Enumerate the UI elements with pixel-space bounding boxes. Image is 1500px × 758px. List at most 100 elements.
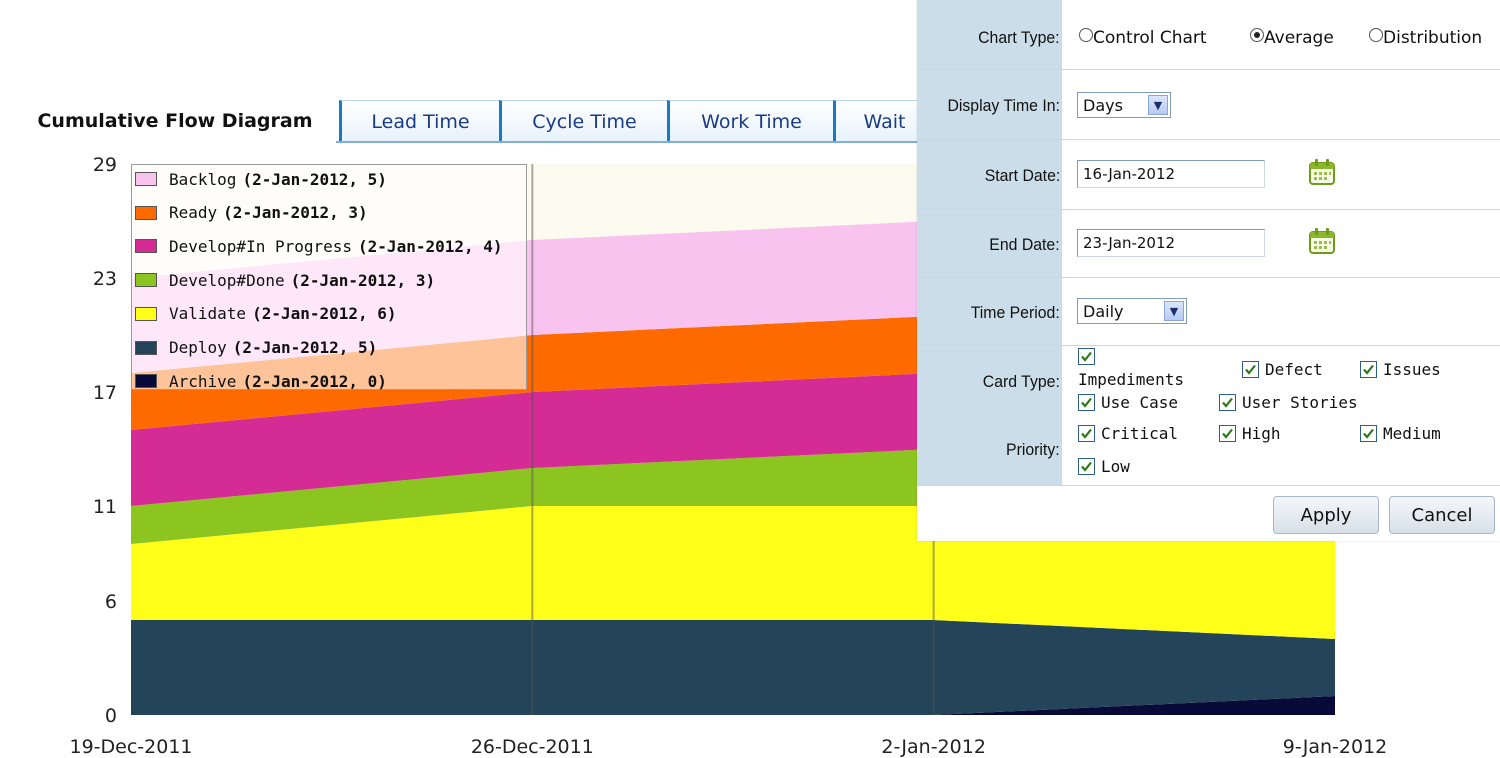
time-period-select[interactable]: Daily ▼	[1077, 298, 1187, 324]
checkbox-critical[interactable]: Critical	[1078, 424, 1178, 443]
calendar-icon[interactable]	[1307, 227, 1337, 255]
checkbox-critical-box[interactable]	[1078, 425, 1095, 442]
legend-swatch	[135, 306, 157, 321]
checkbox-high-label: High	[1242, 424, 1281, 443]
legend-value: (2-Jan-2012, 5)	[242, 169, 387, 189]
tab-cycle-time[interactable]: Cycle Time	[499, 100, 667, 142]
legend-swatch	[135, 374, 157, 389]
start-date-row: Start Date:	[917, 140, 1500, 210]
panel-divider	[917, 485, 1500, 486]
legend-item: Deploy (2-Jan-2012, 5)	[135, 333, 377, 363]
legend-swatch	[135, 273, 157, 288]
display-time-select[interactable]: Days ▼	[1077, 92, 1171, 118]
end-date-input[interactable]	[1077, 229, 1265, 257]
legend-item: Ready (2-Jan-2012, 3)	[135, 198, 368, 228]
x-tick-label: 2-Jan-2012	[881, 736, 986, 758]
y-axis-ticks: 0 6 11 17 23 29	[93, 154, 117, 727]
checkbox-medium-label: Medium	[1383, 424, 1441, 443]
tab-bar-underline	[336, 141, 956, 143]
card-type-row: Card Type:	[917, 346, 1500, 418]
cancel-button[interactable]: Cancel	[1389, 496, 1495, 534]
legend-item: Archive (2-Jan-2012, 0)	[135, 366, 387, 396]
area-deploy	[131, 620, 1335, 715]
legend-label: Validate	[169, 304, 247, 324]
legend-item: Validate (2-Jan-2012, 6)	[135, 299, 397, 329]
chart-legend: Backlog (2-Jan-2012, 5) Ready (2-Jan-2012, …	[131, 164, 527, 391]
legend-value: (2-Jan-2012, 0)	[242, 371, 387, 391]
checkbox-impediments-box[interactable]	[1078, 348, 1095, 365]
apply-button[interactable]: Apply	[1273, 496, 1379, 534]
radio-average-icon[interactable]	[1250, 28, 1264, 42]
legend-item: Develop#Done (2-Jan-2012, 3)	[135, 265, 435, 295]
legend-value: (2-Jan-2012, 3)	[223, 203, 368, 223]
y-tick-label: 6	[105, 591, 117, 613]
radio-average[interactable]: Average	[1250, 28, 1334, 48]
checkbox-low[interactable]: Low	[1078, 457, 1130, 476]
card-type-label: Card Type:	[982, 372, 1060, 391]
legend-swatch	[135, 340, 157, 355]
tab-cumulative-flow-diagram[interactable]: Cumulative Flow Diagram	[14, 100, 336, 142]
checkbox-low-label: Low	[1101, 457, 1130, 476]
checkbox-user-stories[interactable]: User Stories	[1219, 393, 1358, 412]
checkbox-defect[interactable]: Defect	[1242, 360, 1323, 379]
checkbox-issues[interactable]: Issues	[1360, 360, 1441, 379]
time-period-label: Time Period:	[970, 303, 1060, 322]
end-date-row: End Date:	[917, 210, 1500, 278]
display-time-value: Days	[1083, 95, 1123, 115]
tab-work-time[interactable]: Work Time	[667, 100, 833, 142]
checkbox-impediments-label: Impediments	[1078, 370, 1184, 389]
time-period-row: Time Period: Daily ▼	[917, 278, 1500, 346]
radio-average-label: Average	[1264, 28, 1334, 48]
checkbox-high[interactable]: High	[1219, 424, 1281, 443]
legend-item: Backlog (2-Jan-2012, 5)	[135, 164, 387, 194]
legend-label: Develop#In Progress	[169, 236, 353, 256]
x-tick-label: 26-Dec-2011	[471, 736, 594, 758]
radio-distribution-label: Distribution	[1383, 28, 1483, 48]
chevron-down-icon[interactable]: ▼	[1148, 95, 1168, 115]
legend-value: (2-Jan-2012, 4)	[358, 236, 503, 256]
legend-item: Develop#In Progress (2-Jan-2012, 4)	[135, 231, 503, 261]
time-period-value: Daily	[1083, 301, 1124, 321]
display-time-row: Display Time In: Days ▼	[917, 70, 1500, 140]
checkbox-critical-label: Critical	[1101, 424, 1179, 443]
legend-value: (2-Jan-2012, 6)	[252, 304, 397, 324]
x-tick-label: 19-Dec-2011	[69, 736, 192, 758]
end-date-label: End Date:	[989, 235, 1060, 254]
checkbox-issues-box[interactable]	[1360, 361, 1377, 378]
checkbox-user-stories-box[interactable]	[1219, 394, 1236, 411]
chart-type-label: Chart Type:	[978, 28, 1060, 47]
radio-distribution-icon[interactable]	[1369, 28, 1383, 42]
display-time-label: Display Time In:	[947, 96, 1060, 115]
legend-swatch	[135, 205, 157, 220]
legend-value: (2-Jan-2012, 5)	[232, 338, 378, 357]
checkbox-issues-label: Issues	[1383, 360, 1441, 379]
checkbox-high-box[interactable]	[1219, 425, 1236, 442]
checkbox-low-box[interactable]	[1078, 458, 1095, 475]
checkbox-use-case-label: Use Case	[1101, 393, 1179, 412]
radio-distribution[interactable]: Distribution	[1369, 28, 1482, 48]
checkbox-medium[interactable]: Medium	[1360, 424, 1441, 443]
checkbox-impediments[interactable]	[1078, 348, 1101, 365]
radio-control-chart[interactable]: Control Chart	[1079, 28, 1207, 48]
legend-label: Ready	[169, 203, 218, 223]
calendar-icon[interactable]	[1307, 158, 1337, 186]
start-date-input[interactable]	[1077, 160, 1265, 188]
legend-label: Develop#Done	[169, 270, 285, 290]
checkbox-defect-label: Defect	[1265, 360, 1323, 379]
legend-swatch	[135, 239, 157, 254]
checkbox-medium-box[interactable]	[1360, 425, 1377, 442]
radio-control-chart-icon[interactable]	[1079, 28, 1093, 42]
chart-type-row: Chart Type: Control Chart Average Distri…	[917, 0, 1500, 70]
y-tick-label: 17	[93, 382, 117, 404]
chevron-down-icon[interactable]: ▼	[1164, 301, 1184, 321]
chart-settings-panel: Chart Type: Control Chart Average Distri…	[917, 0, 1500, 541]
checkbox-use-case[interactable]: Use Case	[1078, 393, 1178, 412]
tab-lead-time[interactable]: Lead Time	[339, 100, 499, 142]
y-tick-label: 23	[93, 268, 117, 290]
legend-swatch	[135, 172, 157, 186]
checkbox-user-stories-label: User Stories	[1242, 393, 1358, 412]
legend-value: (2-Jan-2012, 3)	[290, 270, 436, 290]
checkbox-use-case-box[interactable]	[1078, 394, 1095, 411]
legend-label: Backlog	[169, 169, 237, 189]
checkbox-defect-box[interactable]	[1242, 361, 1259, 378]
